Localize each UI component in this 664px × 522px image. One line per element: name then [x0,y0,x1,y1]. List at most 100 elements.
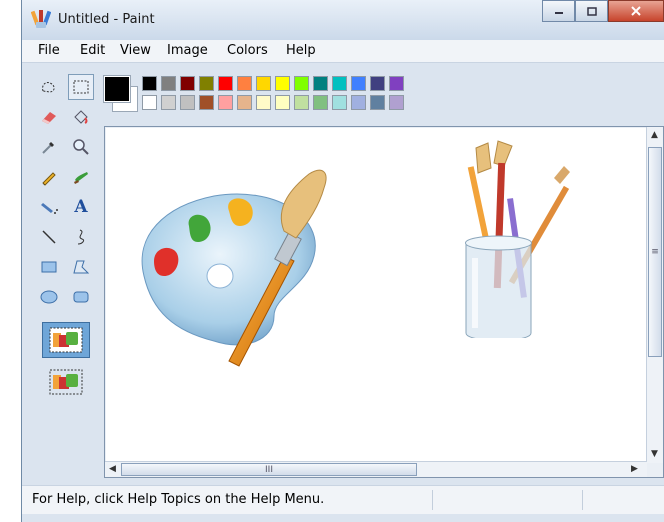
color-swatch[interactable] [351,76,366,91]
palette-brush-image [141,169,327,367]
color-swatch[interactable] [218,95,233,110]
menu-edit[interactable]: Edit [80,43,105,58]
magnifier-tool[interactable] [68,134,94,160]
color-swatch[interactable] [256,76,271,91]
window-controls [542,0,664,24]
menu-help[interactable]: Help [286,43,316,58]
minimize-button[interactable] [542,0,575,22]
color-swatch[interactable] [294,76,309,91]
color-swatch[interactable] [161,76,176,91]
status-bar: For Help, click Help Topics on the Help … [22,485,664,514]
color-swatch[interactable] [332,95,347,110]
color-swatch[interactable] [313,76,328,91]
fill-tool[interactable] [68,104,94,130]
eraser-icon [42,112,56,124]
text-icon: A [74,197,88,217]
color-swatch[interactable] [294,95,309,110]
vertical-scrollbar[interactable]: ▲ ≡ ▼ [646,127,663,463]
opaque-selection-icon [49,327,83,353]
horizontal-scroll-thumb[interactable]: III [121,463,417,476]
color-swatch[interactable] [142,76,157,91]
color-swatch[interactable] [389,76,404,91]
color-swatch[interactable] [351,95,366,110]
maximize-button[interactable] [575,0,608,22]
color-swatch[interactable] [180,76,195,91]
pencil-icon [42,172,56,186]
ellipse-icon [40,290,58,304]
color-swatch[interactable] [161,95,176,110]
color-swatch[interactable] [370,95,385,110]
color-picker-tool[interactable] [36,134,62,160]
transparent-selection-icon [49,369,83,395]
color-swatch[interactable] [199,95,214,110]
color-swatch[interactable] [389,95,404,110]
menu-file[interactable]: File [38,43,60,58]
current-colors[interactable] [102,74,138,112]
line-tool[interactable] [36,224,62,250]
polygon-icon [73,260,90,274]
color-palette [102,70,422,116]
airbrush-tool[interactable] [36,194,62,220]
drawing-canvas[interactable] [106,128,646,463]
vertical-scroll-thumb[interactable]: ≡ [648,147,662,357]
rounded-rectangle-tool[interactable] [68,284,94,310]
line-icon [42,230,56,244]
color-swatch[interactable] [275,95,290,110]
color-swatch[interactable] [332,76,347,91]
opaque-selection-option[interactable] [42,322,90,358]
paint-app-icon [31,10,51,28]
curve-tool[interactable] [68,224,94,250]
color-swatch[interactable] [370,76,385,91]
text-tool[interactable]: A [68,194,94,220]
rect-select-tool[interactable] [68,74,94,100]
color-swatch[interactable] [237,76,252,91]
transparent-selection-option[interactable] [42,364,90,400]
scroll-right-arrow-icon[interactable]: ▶ [631,464,638,474]
rounded-rectangle-icon [73,291,89,303]
color-swatch[interactable] [142,95,157,110]
close-button[interactable] [608,0,664,22]
close-icon [631,6,641,16]
horizontal-scrollbar[interactable]: ◀ III ▶ [105,461,647,477]
free-select-tool[interactable] [36,74,62,100]
tool-box: A [30,72,100,412]
color-swatch[interactable] [256,95,271,110]
airbrush-icon [41,203,58,214]
color-swatch[interactable] [199,76,214,91]
menu-colors[interactable]: Colors [227,43,268,58]
eraser-tool[interactable] [36,104,62,130]
eyedropper-icon [42,142,54,154]
brush-tool[interactable] [68,164,94,190]
brushes-jar-image [465,140,570,338]
scroll-down-arrow-icon[interactable]: ▼ [651,449,658,459]
scroll-left-arrow-icon[interactable]: ◀ [109,464,116,474]
brush-icon [74,172,88,184]
color-swatch[interactable] [218,76,233,91]
color-swatch[interactable] [180,95,195,110]
minimize-icon [554,12,563,14]
rectangle-icon [41,261,57,273]
rectangle-tool[interactable] [36,254,62,280]
color-swatch[interactable] [313,95,328,110]
curve-icon [77,229,85,245]
free-select-icon [42,82,55,93]
foreground-color[interactable] [103,75,131,103]
scroll-up-arrow-icon[interactable]: ▲ [651,130,658,140]
status-text: For Help, click Help Topics on the Help … [32,492,325,507]
ellipse-tool[interactable] [36,284,62,310]
window-title: Untitled - Paint [58,12,155,27]
color-swatch[interactable] [275,76,290,91]
color-swatch[interactable] [237,95,252,110]
magnifier-icon [73,139,89,155]
canvas-area: ▲ ≡ ▼ ◀ III ▶ [104,126,664,478]
menu-bar: File Edit View Image Colors Help [22,40,664,63]
paint-bucket-icon [74,110,88,124]
status-separator [582,490,583,510]
pencil-tool[interactable] [36,164,62,190]
paint-window: Untitled - Paint File Edit View Image Co… [21,0,664,522]
maximize-icon [586,6,597,16]
menu-image[interactable]: Image [167,43,208,58]
menu-view[interactable]: View [120,43,151,58]
title-bar: Untitled - Paint [22,0,664,40]
polygon-tool[interactable] [68,254,94,280]
